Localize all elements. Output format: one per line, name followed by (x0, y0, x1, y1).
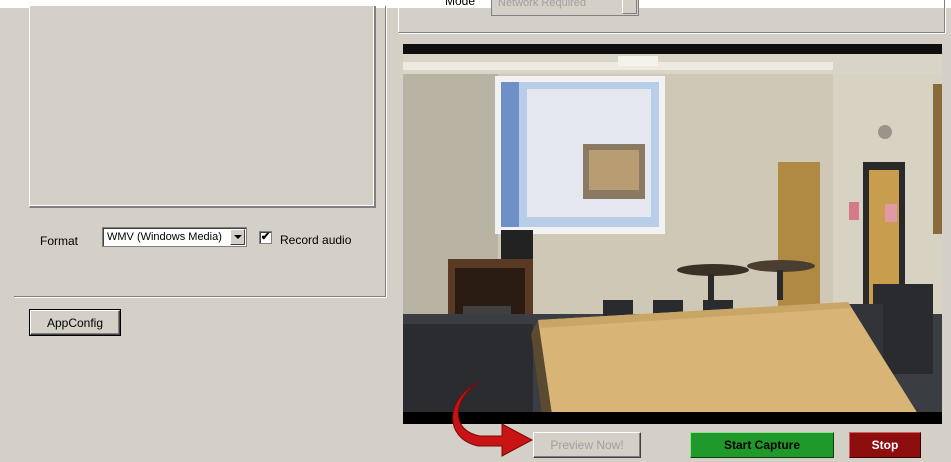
camera-video-preview (403, 44, 942, 424)
format-dropdown[interactable]: WMV (Windows Media) (102, 227, 247, 247)
record-audio-checkbox[interactable]: ✔ (259, 231, 272, 244)
mode-label: Mode (445, 0, 476, 8)
preview-now-button[interactable]: Preview Now! (533, 432, 641, 458)
chevron-down-icon[interactable] (230, 229, 245, 245)
mode-dropdown[interactable]: Network Required (491, 0, 639, 16)
mode-dropdown-value: Network Required (498, 0, 587, 9)
settings-preview-area (29, 6, 376, 208)
chevron-down-icon[interactable] (622, 0, 637, 14)
room-scene-image (403, 44, 942, 424)
format-label: Format (40, 234, 79, 248)
format-dropdown-value: WMV (Windows Media) (107, 231, 222, 243)
capture-settings-group: Format WMV (Windows Media) ✔ Record audi… (14, 6, 386, 297)
mode-group: Mode Network Required (398, 0, 945, 33)
curved-red-arrow-icon (452, 381, 534, 457)
record-audio-label: Record audio (280, 233, 352, 247)
start-capture-button[interactable]: Start Capture (690, 432, 834, 458)
appconfig-button[interactable]: AppConfig (29, 309, 121, 336)
stop-button[interactable]: Stop (849, 432, 921, 458)
